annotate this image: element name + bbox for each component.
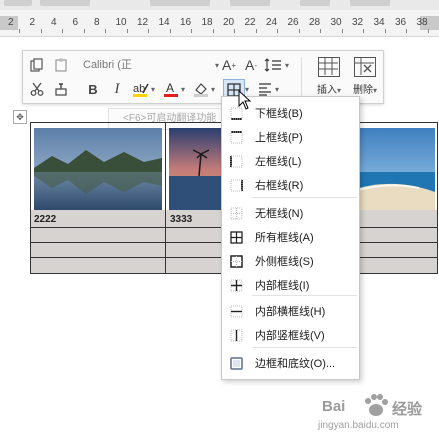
menu-item-label: 内部框线(I) <box>255 280 310 292</box>
inside-borders-icon <box>230 279 243 292</box>
menu-item-right-border[interactable]: 右框线(R) <box>222 173 359 197</box>
svg-text:A: A <box>166 81 174 95</box>
menu-item-label: 边框和底纹(O)... <box>255 358 336 370</box>
ruler-number: 4 <box>51 17 57 28</box>
ruler-number: 14 <box>158 17 170 28</box>
sunset-palm-photo[interactable] <box>169 128 221 210</box>
shading-icon[interactable] <box>191 79 211 99</box>
ruler-number: 2 <box>8 17 14 28</box>
ruler-number: 18 <box>201 17 213 28</box>
delete-table-icon <box>354 57 376 77</box>
ruler-number: 22 <box>244 17 256 28</box>
watermark-label: 经验 <box>392 401 423 418</box>
horizontal-ruler[interactable]: 2 2 4 6 8 10 12 14 16 18 20 22 24 26 28 30 32 34 36 38 <box>0 10 439 37</box>
border-dropdown-menu: 下框线(B) 上框线(P) 左框线(L) 右框线(R) 无框线(N) 所有框线(A) 外侧框… <box>221 96 360 380</box>
mouse-cursor-icon <box>238 89 252 113</box>
watermark-url: jingyan.baidu.com <box>318 420 399 431</box>
paste-icon[interactable] <box>51 55 71 75</box>
delete-button[interactable]: 删除▾ <box>343 55 387 99</box>
font-name-select[interactable]: Calibri (正 ▾ <box>83 56 233 74</box>
top-border-icon <box>230 130 243 144</box>
ruler-number: 38 <box>416 17 428 28</box>
inside-horizontal-border-icon <box>230 305 243 318</box>
ruler-number: 12 <box>137 17 149 28</box>
format-painter-icon[interactable] <box>51 79 71 99</box>
ruler-number: 28 <box>309 17 321 28</box>
highlight-icon[interactable]: ab <box>131 79 151 99</box>
borders-shading-icon <box>230 356 243 370</box>
menu-item-label: 内部横框线(H) <box>255 306 326 318</box>
menu-item-inside-vertical-border[interactable]: 内部竖框线(V) <box>222 323 359 347</box>
beach-photo[interactable] <box>359 128 435 210</box>
menu-item-borders-shading[interactable]: 边框和底纹(O)... <box>222 351 359 375</box>
menu-item-label: 上框线(P) <box>255 132 303 144</box>
baidu-paw-icon <box>365 394 388 416</box>
ruler-number: 34 <box>373 17 385 28</box>
menu-item-label: 右框线(R) <box>255 180 304 192</box>
menu-item-label: 无框线(N) <box>255 208 304 220</box>
copy-icon[interactable] <box>27 55 47 75</box>
menu-item-label: 内部竖框线(V) <box>255 330 325 342</box>
ruler-number: 26 <box>287 17 299 28</box>
lake-mountain-photo[interactable] <box>34 128 162 210</box>
font-color-icon[interactable]: A <box>161 79 181 99</box>
menu-separator <box>252 347 357 348</box>
ruler-number: 36 <box>395 17 407 28</box>
ruler-number: 30 <box>330 17 342 28</box>
ruler-number: 32 <box>352 17 364 28</box>
inside-vertical-border-icon <box>230 329 243 342</box>
menu-item-no-border[interactable]: 无框线(N) <box>222 201 359 225</box>
ruler-number: 10 <box>115 17 127 28</box>
shrink-font-button[interactable]: A- <box>241 55 261 75</box>
menu-item-label: 所有框线(A) <box>255 232 314 244</box>
ruler-number: 6 <box>72 17 79 28</box>
table-cell-text: 2222 <box>34 214 57 225</box>
no-border-icon <box>230 207 243 220</box>
menu-item-outside-borders[interactable]: 外侧框线(S) <box>222 249 359 273</box>
menu-item-left-border[interactable]: 左框线(L) <box>222 149 359 173</box>
outside-borders-icon <box>230 254 243 268</box>
menu-separator <box>252 295 357 296</box>
menu-item-inside-horizontal-border[interactable]: 内部横框线(H) <box>222 299 359 323</box>
insert-table-icon <box>318 57 340 77</box>
menu-item-top-border[interactable]: 上框线(P) <box>222 125 359 149</box>
menu-item-all-borders[interactable]: 所有框线(A) <box>222 225 359 249</box>
ruler-number: 8 <box>94 17 100 28</box>
table-cell-text: 3333 <box>170 214 193 225</box>
menu-item-label: 左框线(L) <box>255 156 302 168</box>
bold-button[interactable]: B <box>83 79 103 99</box>
left-border-icon <box>230 155 243 168</box>
ruler-number: 24 <box>266 17 278 28</box>
cut-icon[interactable] <box>27 79 47 99</box>
ruler-number: 16 <box>180 17 192 28</box>
italic-button[interactable]: I <box>107 79 127 99</box>
menu-item-label: 下框线(B) <box>255 108 303 120</box>
menu-item-inside-borders[interactable]: 内部框线(I) <box>222 273 359 297</box>
title-bar-strip <box>0 0 439 10</box>
ruler-number: 20 <box>223 17 235 28</box>
menu-separator <box>252 197 357 198</box>
menu-item-label: 外侧框线(S) <box>255 256 314 268</box>
ruler-number: 2 <box>29 17 36 28</box>
line-spacing-icon[interactable] <box>263 55 283 75</box>
right-border-icon <box>230 179 243 192</box>
grow-font-button[interactable]: A + <box>219 55 239 75</box>
all-borders-icon <box>230 230 243 244</box>
table-move-handle-icon[interactable]: ✥ <box>13 110 27 124</box>
